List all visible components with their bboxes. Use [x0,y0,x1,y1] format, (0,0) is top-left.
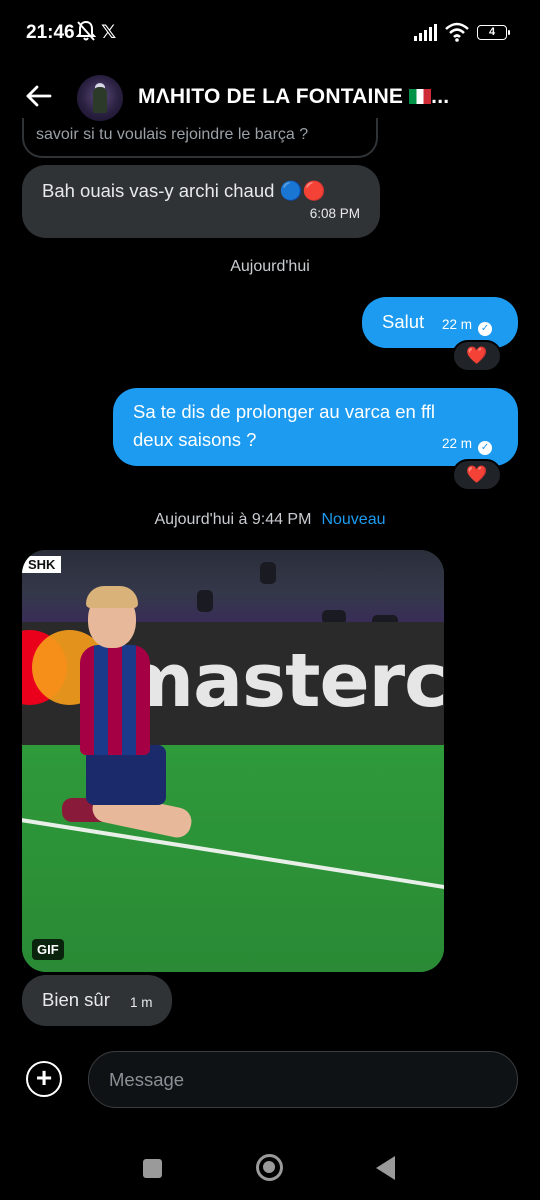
back-arrow-icon[interactable] [22,80,54,112]
gif-badge: GIF [32,939,64,960]
message-text: Sa te dis de prolonger au varca en ffl d… [133,401,436,450]
message-time: 22 m [442,317,473,332]
avatar[interactable] [77,75,123,121]
status-time: 21:46 [26,22,75,43]
day-divider: Aujourd'hui [0,258,540,276]
message-text: Bien sûr [42,989,110,1010]
message-bubble-outgoing[interactable]: Sa te dis de prolonger au varca en ffl d… [113,388,518,466]
bell-off-icon [75,20,97,47]
conversation-title[interactable]: MΛHITO DE LA FONTAINE... [138,85,449,109]
gif-message[interactable]: masterc SHK GIF [22,550,444,972]
message-bubble-outgoing[interactable]: Salut 22 m ✓ [362,297,518,348]
add-attachment-button[interactable]: + [26,1061,62,1097]
message-text: Salut [382,311,425,332]
back-triangle-icon[interactable] [376,1156,395,1180]
status-bar: 21:46 𝕏 4 [0,0,540,66]
italy-flag-icon [409,89,432,104]
message-bubble-partial: savoir si tu voulais rejoindre le barça … [22,118,378,158]
system-nav-bar [0,1130,540,1200]
recent-apps-icon[interactable] [143,1159,162,1178]
board-text: masterc [117,638,444,724]
message-text: Bah ouais vas-y archi chaud 🔵🔴 [42,180,326,201]
wifi-icon [445,22,469,47]
message-text: savoir si tu voulais rejoindre le barça … [36,126,309,143]
player-figure [80,645,150,755]
new-messages-label: Nouveau [321,511,386,528]
message-composer[interactable] [88,1051,518,1108]
message-input[interactable] [109,1066,499,1094]
signal-icon [414,24,438,47]
score-tag: SHK [22,556,62,573]
message-bubble-incoming[interactable]: Bah ouais vas-y archi chaud 🔵🔴 6:08 PM [22,165,380,238]
read-check-icon: ✓ [478,441,493,455]
read-check-icon: ✓ [478,322,493,336]
title-ellipsis: ... [431,85,450,108]
battery-icon: 4 [477,25,510,40]
x-logo-icon: 𝕏 [101,22,117,43]
day-divider: Aujourd'hui à 9:44 PM Nouveau [0,511,540,529]
message-bubble-incoming[interactable]: Bien sûr 1 m [22,975,172,1026]
heart-reaction-icon[interactable]: ❤️ [452,459,502,491]
day-label: Aujourd'hui à 9:44 PM [154,511,312,528]
message-time: 22 m [442,436,473,451]
home-icon[interactable] [256,1154,283,1181]
day-label: Aujourd'hui [230,258,310,275]
heart-reaction-icon[interactable]: ❤️ [452,340,502,372]
message-time: 6:08 PM [309,206,360,221]
message-time: 1 m [130,995,153,1010]
title-text: MΛHITO DE LA FONTAINE [138,85,404,108]
